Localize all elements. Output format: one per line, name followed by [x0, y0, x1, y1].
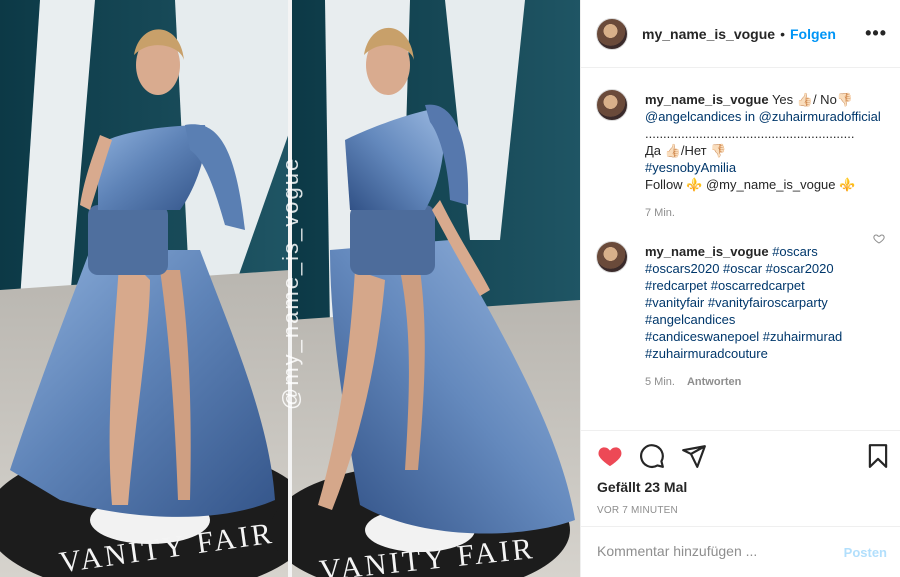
comment-hashtags[interactable]: #zuhairmuradcouture	[645, 345, 895, 362]
post-image[interactable]: VANITY FAIR VANITY FAIR @my_name_is_vogu	[0, 0, 580, 577]
comment-time[interactable]: 5 Min.	[645, 376, 675, 388]
comment-hashtag[interactable]: #oscars	[769, 244, 818, 259]
comment-username[interactable]: my_name_is_vogue	[645, 244, 769, 259]
comment-divider-text: ........................................…	[645, 126, 855, 141]
reply-button[interactable]: Antworten	[687, 376, 741, 388]
separator-dot: •	[780, 25, 785, 42]
comment-meta: 5 Min. Antworten	[645, 375, 895, 389]
header-username[interactable]: my_name_is_vogue	[642, 26, 775, 42]
post-timestamp[interactable]: VOR 7 MINUTEN	[597, 505, 678, 516]
likes-count[interactable]: Gefällt 23 Mal	[597, 479, 687, 495]
comments-list: my_name_is_vogue Yes 👍🏻/ No👎🏻 @angelcand…	[581, 69, 900, 429]
post-comment-button[interactable]: Posten	[844, 545, 887, 560]
post-side-panel: my_name_is_vogue • Folgen ••• my_name_is…	[580, 0, 900, 577]
comment-hashtags[interactable]: #angelcandices	[645, 311, 895, 328]
post-actions: Gefällt 23 Mal VOR 7 MINUTEN	[581, 430, 900, 526]
comment-text: Yes 👍🏻/ No👎🏻	[768, 92, 853, 107]
comment-hashtags[interactable]: #redcarpet #oscarredcarpet	[645, 277, 895, 294]
liked-heart-icon[interactable]	[597, 443, 623, 469]
follow-button[interactable]: Folgen	[790, 26, 836, 42]
comment-hashtags[interactable]: #oscars2020 #oscar #oscar2020	[645, 260, 895, 277]
comment-input[interactable]	[597, 543, 817, 559]
comment-meta: 7 Min.	[645, 206, 895, 220]
comment-hashtag[interactable]: #yesnobyAmilia	[645, 159, 895, 176]
comment-hashtags[interactable]: #vanityfair #vanityfairoscarparty	[645, 294, 895, 311]
avatar[interactable]	[596, 17, 628, 50]
watermark-text: @my_name_is_vogue	[278, 157, 303, 410]
more-options-icon[interactable]: •••	[865, 24, 887, 42]
share-icon[interactable]	[681, 443, 707, 469]
bookmark-icon[interactable]	[865, 443, 891, 469]
comment-text: Follow ⚜️ @my_name_is_vogue ⚜️	[645, 177, 856, 192]
comment-icon[interactable]	[639, 443, 665, 469]
comment-hashtags[interactable]: #candiceswanepoel #zuhairmurad	[645, 328, 895, 345]
comment-username[interactable]: my_name_is_vogue	[645, 92, 769, 107]
like-comment-icon[interactable]	[873, 233, 885, 245]
avatar[interactable]	[596, 89, 628, 121]
add-comment-bar: Posten	[581, 526, 900, 577]
comment-mentions[interactable]: @angelcandices in @zuhairmuradofficial	[645, 108, 895, 125]
avatar[interactable]	[596, 241, 628, 273]
post-photo: VANITY FAIR VANITY FAIR @my_name_is_vogu	[0, 0, 580, 577]
comment-text: Да 👍🏻/Нет 👎🏻	[645, 143, 727, 158]
post-header: my_name_is_vogue • Folgen •••	[581, 0, 900, 68]
comment-time[interactable]: 7 Min.	[645, 207, 675, 219]
